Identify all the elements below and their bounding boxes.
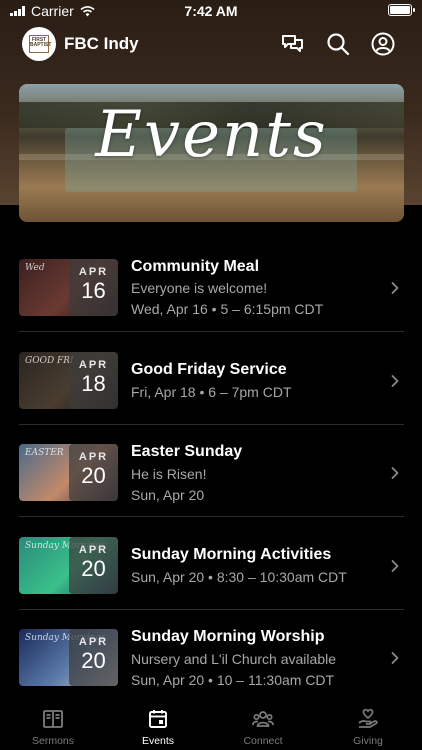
events-hero-banner: Events (19, 84, 404, 222)
battery-icon (388, 4, 415, 16)
date-month: APR (78, 451, 109, 463)
date-month: APR (78, 636, 109, 648)
calendar-icon (149, 710, 167, 728)
date-day: 16 (81, 278, 106, 303)
date-month: APR (78, 544, 109, 556)
app-header: FIRST BAPTIST FBC Indy (0, 24, 422, 64)
divider (19, 516, 404, 517)
event-detail-line-1: Fri, Apr 18 • 6 – 7pm CDT (131, 384, 292, 400)
search-button[interactable] (325, 31, 351, 57)
chevron-right-icon (391, 560, 399, 572)
event-row[interactable]: Sunday Mornings APR 20 Sunday Morning Ac… (0, 518, 422, 610)
profile-button[interactable] (370, 31, 396, 57)
book-icon (43, 710, 63, 728)
event-thumbnail: Sunday Mornings APR 20 (19, 537, 118, 594)
chat-button[interactable] (280, 31, 306, 57)
event-detail-line-1: Sun, Apr 20 • 8:30 – 10:30am CDT (131, 569, 347, 585)
event-thumbnail: GOOD FRI APR 18 (19, 352, 118, 409)
heart-hand-icon (358, 708, 378, 728)
event-detail-line-2: Sun, Apr 20 (131, 487, 205, 503)
tab-label: Giving (353, 735, 383, 747)
event-image-text: Wed (25, 263, 45, 273)
date-day: 18 (81, 371, 106, 396)
tab-label: Connect (243, 735, 283, 747)
app-title: FBC Indy (64, 34, 139, 53)
event-title: Easter Sunday (131, 443, 243, 460)
event-detail-line-2: Sun, Apr 20 • 10 – 11:30am CDT (131, 672, 335, 688)
event-title: Sunday Morning Activities (131, 546, 332, 563)
tab-bar: Sermons Events Connect Giving (0, 700, 422, 750)
status-time: 7:42 AM (184, 3, 238, 19)
tab-events[interactable]: Events (118, 708, 198, 747)
event-title: Community Meal (131, 258, 260, 275)
event-image-text: GOOD FRI (25, 356, 74, 366)
event-title: Good Friday Service (131, 361, 287, 378)
date-badge: APR 20 (69, 629, 118, 686)
profile-icon (371, 32, 395, 56)
date-month: APR (78, 359, 109, 371)
event-row[interactable]: GOOD FRI APR 18 Good Friday Service Fri,… (0, 333, 422, 425)
tab-label: Sermons (31, 735, 74, 747)
date-badge: APR 20 (69, 444, 118, 501)
event-detail-line-1: Everyone is welcome! (131, 280, 268, 296)
tab-sermons[interactable]: Sermons (13, 708, 93, 747)
logo-text: FIRST BAPTIST (29, 35, 51, 53)
people-icon (252, 711, 274, 727)
event-detail-line-1: Nursery and L'il Church available (131, 651, 336, 667)
date-day: 20 (81, 648, 106, 673)
status-bar: Carrier 7:42 AM (0, 0, 422, 22)
chevron-right-icon (391, 467, 399, 479)
event-row[interactable]: Sunday Mornings APR 20 Sunday Morning Wo… (0, 610, 422, 702)
hero-title: Events (95, 98, 328, 172)
date-month: APR (78, 266, 109, 278)
church-logo: FIRST BAPTIST (22, 27, 56, 61)
tab-label: Events (141, 735, 175, 747)
event-detail-line-1: He is Risen! (131, 466, 207, 482)
event-row[interactable]: EASTER APR 20 Easter Sunday He is Risen!… (0, 425, 422, 517)
chevron-right-icon (391, 375, 399, 387)
event-thumbnail: Sunday Mornings APR 20 (19, 629, 118, 686)
event-title: Sunday Morning Worship (131, 628, 325, 645)
chevron-right-icon (391, 652, 399, 664)
event-row[interactable]: Wed APR 16 Community Meal Everyone is we… (0, 240, 422, 332)
tab-giving[interactable]: Giving (328, 708, 408, 747)
date-badge: APR 18 (69, 352, 118, 409)
event-thumbnail: Wed APR 16 (19, 259, 118, 316)
tab-connect[interactable]: Connect (223, 708, 303, 747)
event-thumbnail: EASTER APR 20 (19, 444, 118, 501)
divider (19, 331, 404, 332)
chat-icon (282, 35, 303, 52)
date-badge: APR 16 (69, 259, 118, 316)
date-badge: APR 20 (69, 537, 118, 594)
event-detail-line-2: Wed, Apr 16 • 5 – 6:15pm CDT (131, 301, 324, 317)
date-day: 20 (81, 556, 106, 581)
chevron-right-icon (391, 282, 399, 294)
event-image-text: EASTER (25, 448, 64, 458)
search-icon (327, 33, 350, 56)
date-day: 20 (81, 463, 106, 488)
